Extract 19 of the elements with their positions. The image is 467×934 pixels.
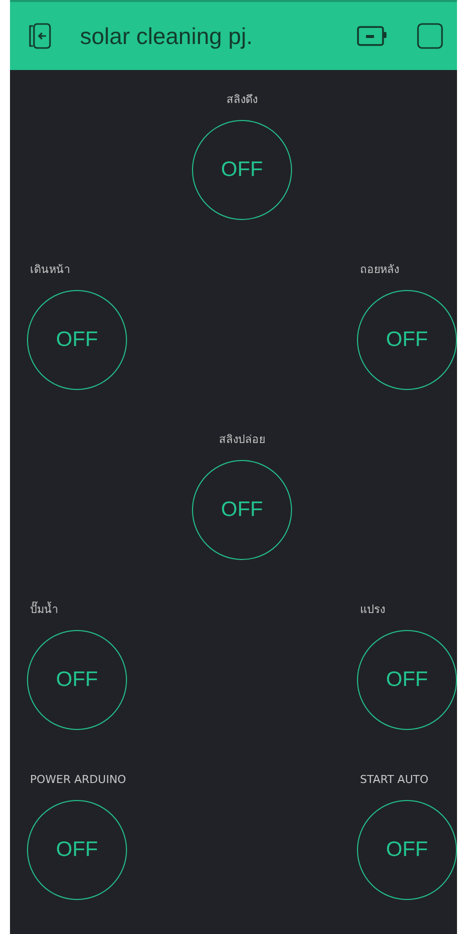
widget-label: สลิงดึง bbox=[226, 92, 258, 108]
toggle-button[interactable]: OFF bbox=[27, 630, 127, 730]
stop-icon[interactable] bbox=[417, 23, 443, 49]
toggle-button[interactable]: OFF bbox=[192, 460, 292, 560]
toggle-button[interactable]: OFF bbox=[357, 800, 457, 900]
toggle-button[interactable]: OFF bbox=[357, 290, 457, 390]
widget-label: สลิงปล่อย bbox=[219, 432, 265, 448]
toggle-button[interactable]: OFF bbox=[27, 290, 127, 390]
widget-label: แปรง bbox=[360, 602, 386, 618]
project-title: solar cleaning pj. bbox=[80, 22, 254, 50]
exit-icon[interactable] bbox=[28, 22, 52, 50]
toggle-button[interactable]: OFF bbox=[27, 800, 127, 900]
widget-label: เดินหน้า bbox=[30, 262, 71, 278]
toggle-button[interactable]: OFF bbox=[357, 630, 457, 730]
widget-label: POWER ARDUINO bbox=[30, 772, 127, 788]
toggle-button[interactable]: OFF bbox=[192, 120, 292, 220]
widget-label: START AUTO bbox=[360, 772, 430, 788]
widget-label: ปั๊มน้ำ bbox=[30, 602, 59, 618]
widget-label: ถอยหลัง bbox=[360, 262, 400, 278]
